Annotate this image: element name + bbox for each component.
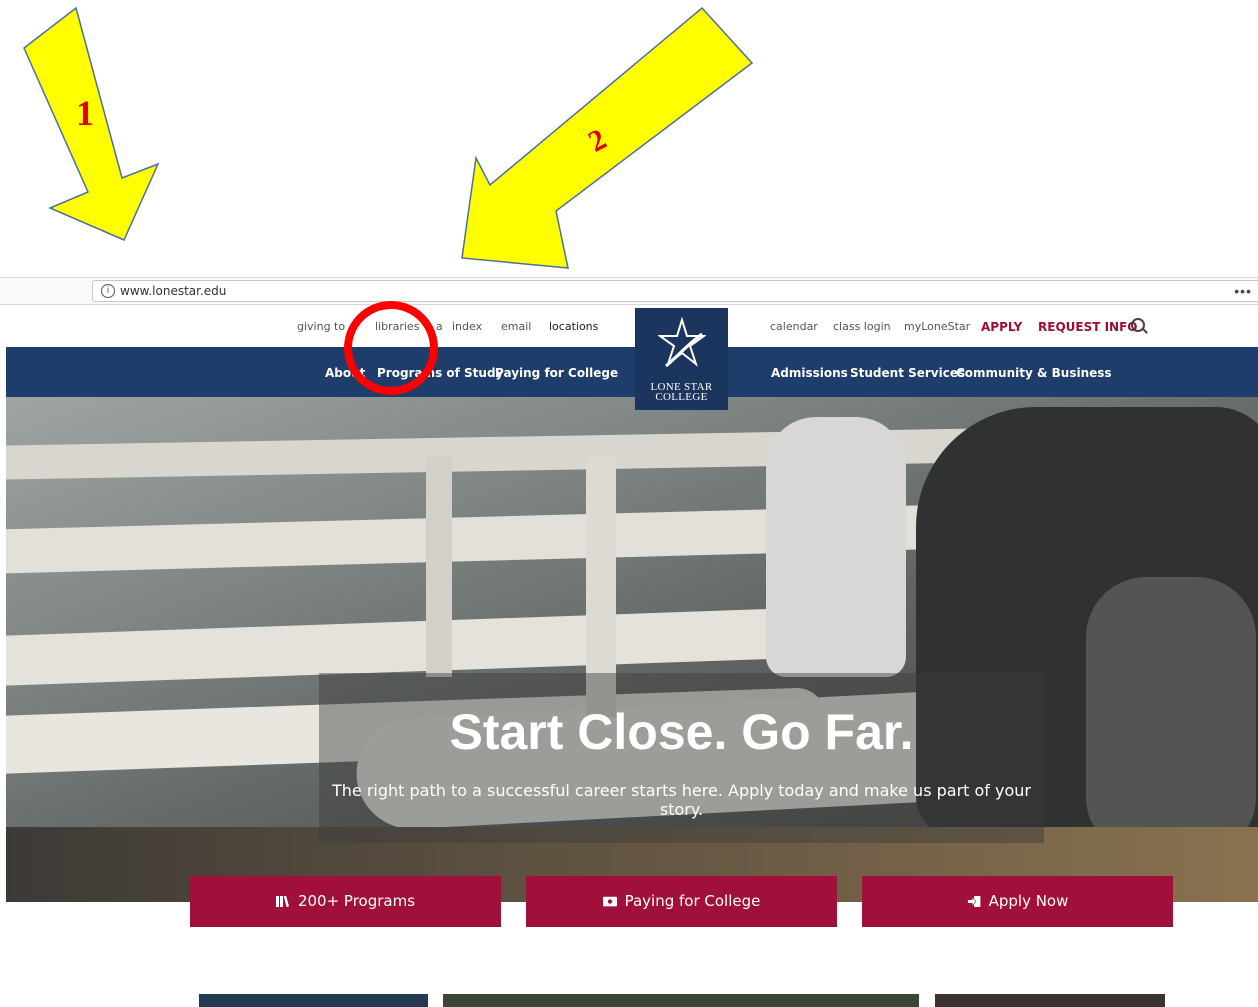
feature-thumbnail[interactable] (935, 994, 1165, 1007)
hero-student (766, 417, 906, 677)
browser-url-bar: i www.lonestar.edu ••• (0, 277, 1258, 305)
nav-student-services[interactable]: Student Services (850, 366, 965, 380)
sign-in-icon (966, 896, 981, 907)
logo-text: LONE STAR COLLEGE (635, 382, 728, 403)
apply-now-button[interactable]: Apply Now (862, 876, 1173, 927)
programs-button[interactable]: 200+ Programs (190, 876, 501, 927)
nav-community-business[interactable]: Community & Business (956, 366, 1112, 380)
util-link-locations[interactable]: locations (549, 320, 598, 333)
logo-line-2: COLLEGE (655, 391, 708, 403)
feature-thumbnail[interactable] (199, 994, 428, 1007)
url-text[interactable]: www.lonestar.edu (120, 284, 226, 298)
annotation-label-2: 2 (582, 122, 612, 159)
apply-now-button-label: Apply Now (988, 892, 1069, 910)
util-link-giving[interactable]: giving to (297, 320, 345, 333)
books-icon (275, 896, 289, 907)
page-actions-menu-icon[interactable]: ••• (1234, 283, 1252, 299)
annotation-arrow-2 (461, 6, 754, 269)
info-icon[interactable]: i (101, 284, 115, 298)
paying-for-college-button[interactable]: Paying for College (526, 876, 837, 927)
util-link-index[interactable]: index (452, 320, 482, 333)
annotation-circle (344, 301, 438, 395)
lone-star-college-logo[interactable]: LONE STAR COLLEGE (635, 308, 728, 410)
paying-for-college-button-label: Paying for College (624, 892, 761, 910)
nav-paying-for-college[interactable]: Paying for College (495, 366, 618, 380)
search-icon[interactable] (1131, 318, 1145, 332)
feature-thumbnail[interactable] (443, 994, 919, 1007)
annotation-label-1: 1 (76, 93, 94, 133)
util-link-class-login[interactable]: class login (833, 320, 891, 333)
hero-title: Start Close. Go Far. (449, 704, 914, 760)
annotation-arrows (23, 6, 754, 269)
util-link-a[interactable]: a (436, 320, 443, 333)
address-field[interactable]: i www.lonestar.edu ••• (92, 280, 1258, 302)
hero-student (1086, 577, 1256, 857)
hero-subtitle: The right path to a successful career st… (332, 781, 1031, 819)
nav-admissions[interactable]: Admissions (771, 366, 848, 380)
programs-button-label: 200+ Programs (297, 892, 416, 910)
util-link-calendar[interactable]: calendar (770, 320, 818, 333)
apply-link[interactable]: APPLY (981, 320, 1022, 334)
money-icon (602, 896, 617, 907)
star-icon (658, 316, 706, 368)
util-link-mylonestar[interactable]: myLoneStar (904, 320, 970, 333)
hero-railing-post (426, 457, 452, 677)
util-link-email[interactable]: email (501, 320, 531, 333)
request-info-link[interactable]: REQUEST INFO (1038, 320, 1138, 334)
